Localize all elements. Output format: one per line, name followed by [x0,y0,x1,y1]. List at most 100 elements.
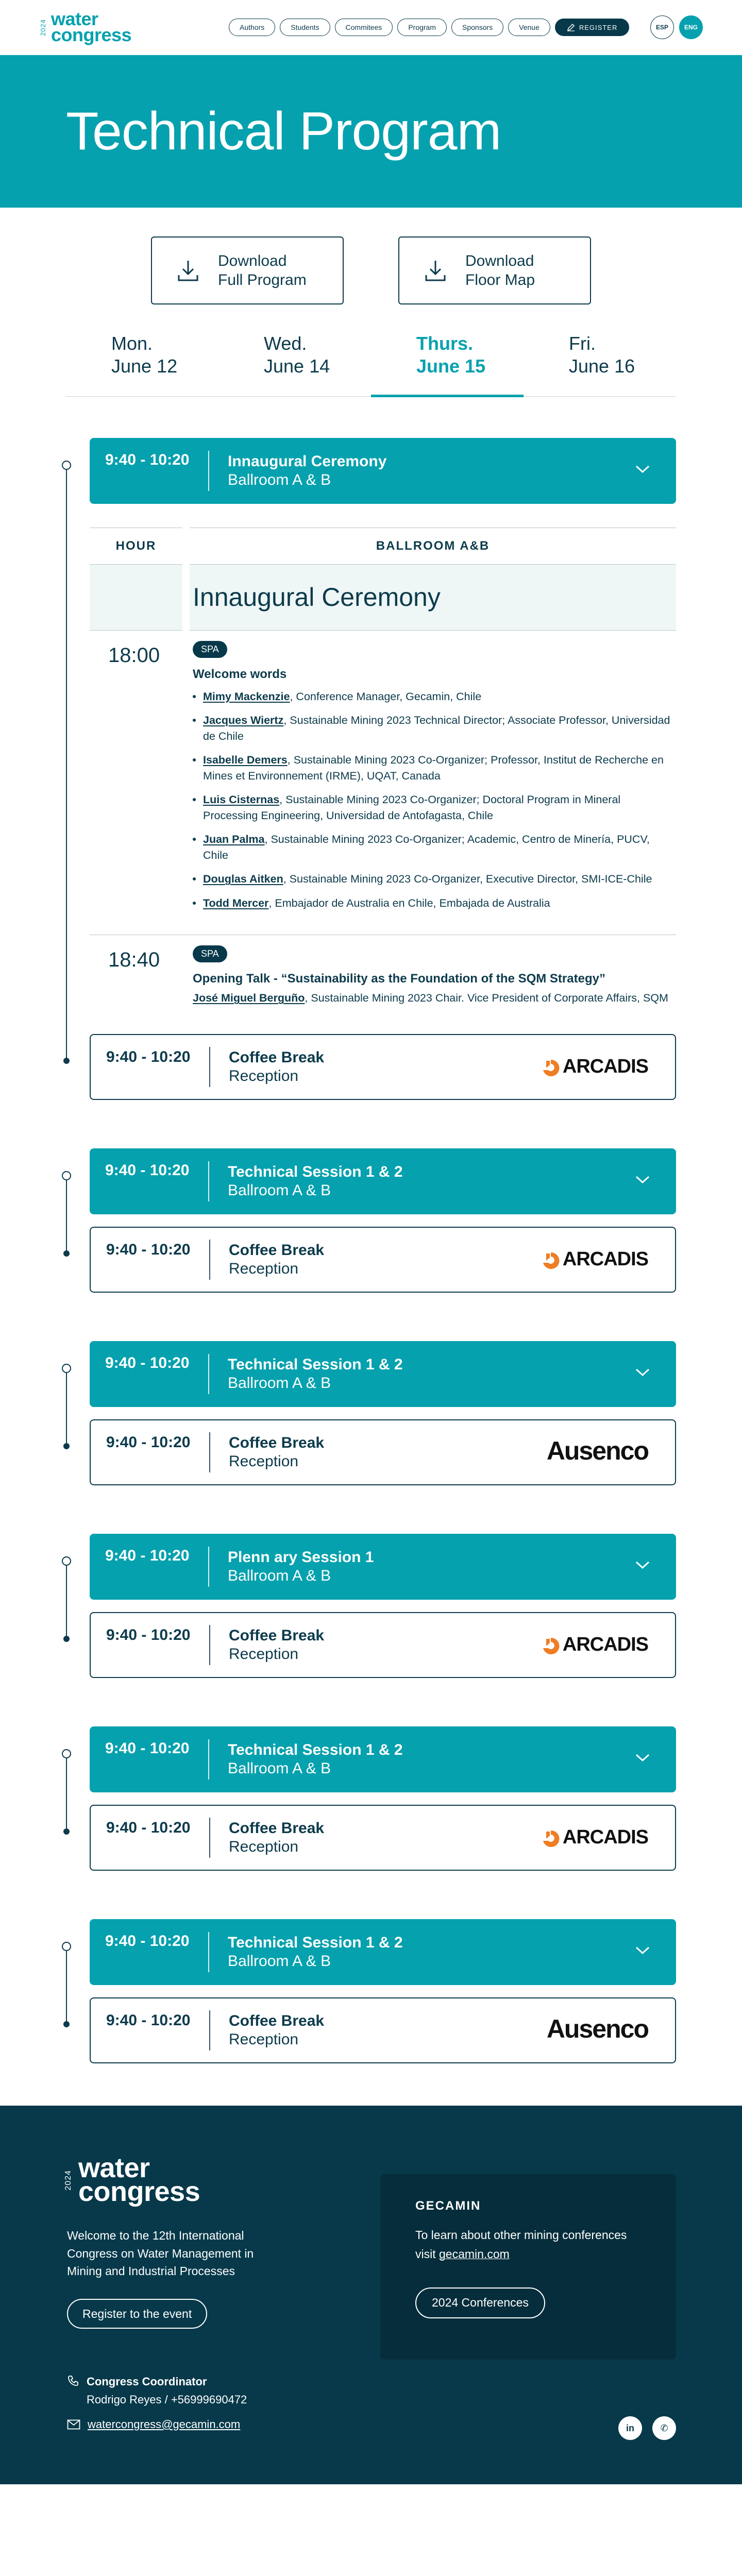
footer-register-button[interactable]: Register to the event [67,2299,208,2329]
email-link[interactable]: watercongress@gecamin.com [88,2418,240,2431]
session-time: 9:40 - 10:20 [105,1354,190,1371]
timeline-rail [62,1171,71,1257]
divider [208,450,209,491]
session-title: Plenn ary Session 1 [228,1549,374,1566]
chevron-down-icon[interactable] [635,1561,650,1570]
column-header-hour: HOUR [90,527,182,565]
footer-logo[interactable]: 2024 water congress [64,2154,200,2208]
session-title: Technical Session 1 & 2 [228,1741,403,1758]
speaker-link[interactable]: Isabelle Demers [203,754,288,766]
gecamin-card: GECAMIN To learn about other mining conf… [380,2174,676,2360]
divider [209,1625,210,1665]
session-detail-table: HOUR BALLROOM A&B Innaugural Ceremony 18… [90,527,676,1022]
nav-program[interactable]: Program [397,19,447,36]
contact-info: Congress Coordinator Rodrigo Reyes / +56… [67,2372,247,2409]
timeline-rail [62,460,71,1064]
divider [209,2010,210,2050]
sponsor-name: ARCADIS [562,1056,649,1077]
session-accordion[interactable]: 9:40 - 10:20 Innaugural Ceremony Ballroo… [90,437,676,504]
tab-monday[interactable]: Mon. June 12 [66,332,218,396]
nav-committees[interactable]: Commitees [334,19,393,36]
lang-eng[interactable]: ENG [679,15,703,39]
lang-esp[interactable]: ESP [650,15,674,39]
sponsor-logo-arcadis[interactable]: ARCADIS [541,1056,649,1078]
sponsor-logo-ausenco[interactable]: Ausenco [546,1436,649,1466]
pen-icon [567,23,575,31]
gecamin-link[interactable]: gecamin.com [439,2247,510,2261]
schedule-block: 9:40 - 10:20 Innaugural Ceremony Ballroo… [62,437,676,1100]
session-accordion[interactable]: 9:40 - 10:20 Plenn ary Session 1 Ballroo… [90,1534,676,1600]
site-logo[interactable]: 2024 water congress [39,10,173,45]
session-room: Ballroom A & B [228,1760,331,1777]
row-hour: 18:00 [108,643,160,667]
download-full-program-button[interactable]: Download Full Program [151,236,344,304]
nav-sponsors[interactable]: Sponsors [451,19,504,36]
speaker-link[interactable]: Luis Cisternas [203,793,279,806]
divider [208,1161,209,1201]
sponsor-name: ARCADIS [562,1634,649,1655]
coffee-time: 9:40 - 10:20 [106,1048,191,1065]
sponsor-logo-arcadis[interactable]: ARCADIS [541,1248,649,1270]
linkedin-icon[interactable]: in [618,2416,642,2440]
sponsor-name: ARCADIS [562,1826,649,1848]
divider [208,1354,209,1394]
session-time: 9:40 - 10:20 [105,1740,190,1757]
session-accordion[interactable]: 9:40 - 10:20 Technical Session 1 & 2 Bal… [90,1341,676,1407]
schedule-block: 9:40 - 10:20 Technical Session 1 & 2 Bal… [62,1148,676,1293]
coffee-time: 9:40 - 10:20 [106,1819,191,1836]
logo-word-congress: congress [51,24,132,45]
speaker-link[interactable]: José Miguel Berguño [193,992,305,1004]
speaker-link[interactable]: Todd Mercer [203,897,268,909]
session-accordion[interactable]: 9:40 - 10:20 Technical Session 1 & 2 Bal… [90,1726,676,1792]
list-item: Douglas Aitken, Sustainable Mining 2023 … [193,871,676,887]
coffee-break-card: 9:40 - 10:20 Coffee Break Reception Ause… [90,1419,676,1485]
sponsor-logo-ausenco[interactable]: Ausenco [547,2014,649,2044]
download-floor-map-button[interactable]: Download Floor Map [398,236,591,304]
conferences-button[interactable]: 2024 Conferences [415,2287,545,2318]
divider [209,1432,210,1472]
arcadis-logo-icon [543,1637,560,1654]
nav-authors[interactable]: Authors [229,19,276,36]
register-label: REGISTER [579,23,618,31]
divider [209,1047,210,1087]
nav-venue[interactable]: Venue [508,19,550,36]
schedule-block: 9:40 - 10:20 Technical Session 1 & 2 Bal… [62,1726,676,1871]
sponsor-logo-arcadis[interactable]: ARCADIS [541,1634,649,1656]
schedule-block: 9:40 - 10:20 Plenn ary Session 1 Ballroo… [62,1534,676,1678]
speaker-link[interactable]: Mimy Mackenzie [203,690,290,703]
tab-thursday[interactable]: Thurs. June 15 [371,332,524,397]
nav-students[interactable]: Students [280,19,330,36]
chevron-down-icon[interactable] [635,1175,650,1184]
day-tabs: Mon. June 12 Wed. June 14 Thurs. June 15 Fr… [66,332,676,397]
tab-day: Mon. [111,333,153,354]
speaker-info: , Sustainable Mining 2023 Co-Organizer; … [203,833,650,861]
speaker-link[interactable]: Jacques Wiertz [203,714,283,726]
tab-friday[interactable]: Fri. June 16 [524,332,676,396]
coffee-break-card: 9:40 - 10:20 Coffee Break Reception Ause… [90,1997,676,2063]
session-time: 9:40 - 10:20 [105,1547,190,1564]
register-button[interactable]: REGISTER [554,19,630,36]
tab-wednesday[interactable]: Wed. June 14 [218,332,371,396]
sponsor-logo-arcadis[interactable]: ARCADIS [541,1826,649,1849]
chevron-down-icon[interactable] [635,1753,650,1762]
logo-word-congress: congress [78,2176,200,2208]
chevron-down-icon[interactable] [635,1368,650,1377]
contact-title: Congress Coordinator [87,2375,207,2388]
whatsapp-icon[interactable]: ✆ [652,2416,676,2440]
contact-email[interactable]: watercongress@gecamin.com [67,2418,240,2431]
list-item: Juan Palma, Sustainable Mining 2023 Co-O… [193,832,676,863]
timeline-rail [62,1556,71,1642]
chevron-down-icon[interactable] [635,1946,650,1955]
speaker-link[interactable]: Juan Palma [203,833,265,845]
speaker-link[interactable]: Douglas Aitken [203,873,283,885]
session-accordion[interactable]: 9:40 - 10:20 Technical Session 1 & 2 Bal… [90,1148,676,1214]
sponsor-name: Ausenco [546,1436,649,1465]
mail-icon [67,2419,80,2430]
row-hour: 18:40 [108,948,160,972]
tab-date: June 15 [416,355,486,377]
downloads: Download Full Program Download Floor Map [0,236,742,304]
chevron-down-icon[interactable] [635,465,650,474]
divider [208,1739,209,1780]
arcadis-logo-icon [543,1830,560,1847]
session-accordion[interactable]: 9:40 - 10:20 Technical Session 1 & 2 Bal… [90,1919,676,1985]
